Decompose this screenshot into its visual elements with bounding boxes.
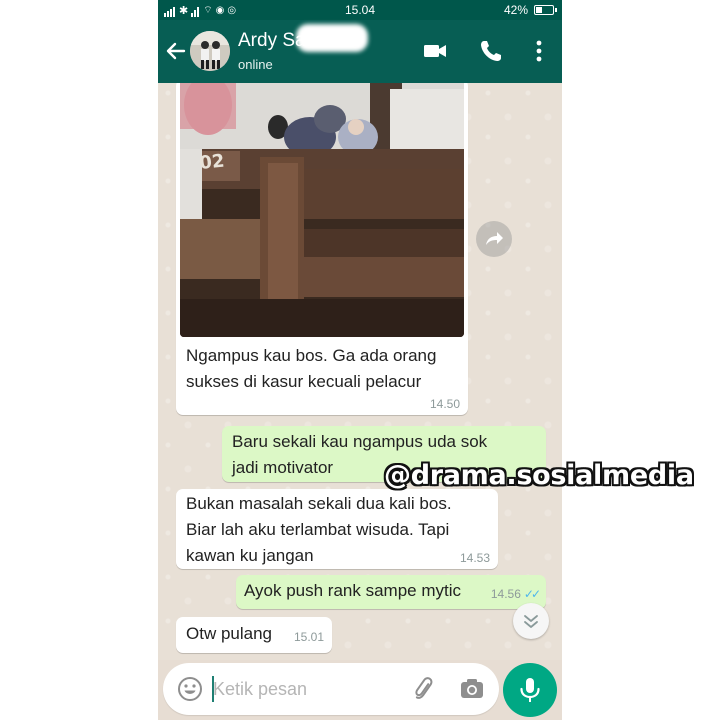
battery-fill	[536, 7, 542, 13]
video-call-button[interactable]	[422, 38, 448, 64]
more-options-button[interactable]	[526, 38, 552, 64]
message-meta: 14.56 ✓✓	[490, 587, 541, 601]
message-composer	[163, 663, 499, 715]
message-time: 14.50	[429, 397, 460, 411]
video-call-icon	[424, 45, 446, 57]
svg-text:02: 02	[198, 150, 225, 174]
message-incoming[interactable]: Bukan masalah sekali dua kali bos. Biar …	[176, 489, 498, 569]
message-incoming[interactable]: Otw pulang 15.01	[176, 617, 332, 653]
chevron-down-icon	[524, 615, 538, 628]
message-text: Ngampus kau bos. Ga ada orang sukses di …	[186, 346, 437, 391]
message-text: Bukan masalah sekali dua kali bos. Biar …	[186, 494, 452, 565]
chat-area[interactable]: 02 Ngampus kau bos. Ga ada orang sukses …	[158, 83, 562, 660]
status-icons-right: 42%	[503, 3, 557, 17]
attach-button[interactable]	[411, 676, 437, 702]
voice-call-button[interactable]	[478, 38, 504, 64]
mic-icon	[520, 678, 540, 702]
classroom-photo: 02	[180, 83, 464, 337]
message-time: 15.01	[293, 630, 324, 644]
watermark-text: @drama.sosialmedia	[384, 460, 694, 491]
attach-icon	[415, 677, 433, 699]
redaction-blur	[296, 24, 368, 52]
input-bar	[158, 660, 562, 720]
message-time: 14.53	[459, 551, 490, 565]
emoji-button[interactable]	[177, 676, 203, 702]
camera-icon	[461, 679, 483, 698]
message-time: 14.56	[490, 587, 521, 601]
read-ticks-icon: ✓✓	[523, 587, 541, 601]
message-text: Otw pulang	[186, 624, 272, 643]
camera-button[interactable]	[459, 676, 485, 702]
message-photo[interactable]: 02	[180, 83, 464, 337]
forward-icon	[486, 232, 503, 245]
back-button[interactable]	[164, 38, 188, 64]
mic-button[interactable]	[503, 663, 557, 717]
battery-percent: 42%	[503, 3, 528, 17]
status-bar: ✱ ⌔ ◉ ◎ 15.04 42%	[158, 0, 562, 20]
forward-button[interactable]	[476, 221, 512, 257]
phone-screen: ✱ ⌔ ◉ ◎ 15.04 42% Ardy Sa online 02 Ngam…	[158, 0, 562, 720]
avatar[interactable]	[190, 31, 230, 71]
scroll-to-bottom-button[interactable]	[513, 603, 549, 639]
avatar-photo	[190, 31, 230, 71]
contact-status: online	[238, 57, 273, 72]
phone-icon	[481, 41, 501, 61]
emoji-icon	[178, 677, 202, 701]
message-outgoing[interactable]: Ayok push rank sampe mytic 14.56 ✓✓	[236, 575, 546, 609]
more-vert-icon	[536, 40, 542, 62]
message-text: Ayok push rank sampe mytic	[244, 581, 461, 600]
chat-header: Ardy Sa online	[158, 20, 562, 83]
back-arrow-icon	[166, 42, 186, 60]
status-time: 15.04	[344, 3, 376, 17]
message-image-incoming[interactable]: 02 Ngampus kau bos. Ga ada orang sukses …	[176, 83, 468, 415]
message-input[interactable]	[213, 675, 403, 703]
battery-icon	[534, 5, 557, 15]
